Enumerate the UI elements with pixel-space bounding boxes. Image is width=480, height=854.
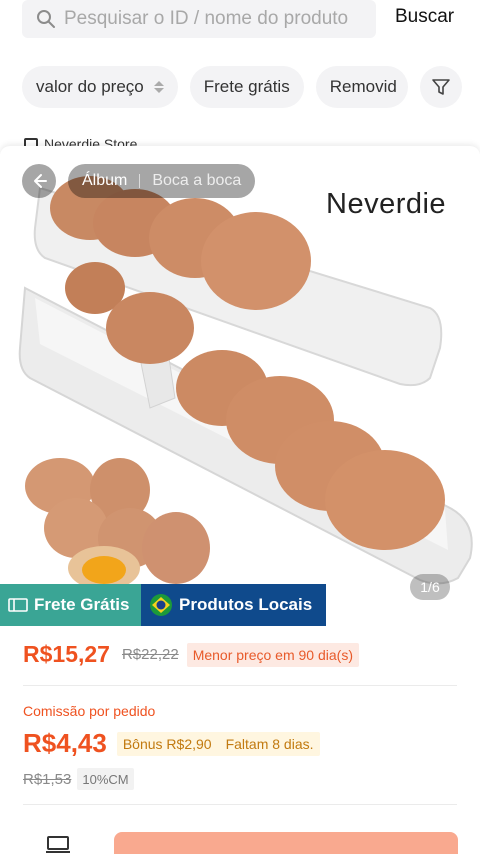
shipping-badges: Frete Grátis Produtos Locais: [0, 584, 326, 626]
search-input[interactable]: [64, 8, 364, 30]
tab-album[interactable]: Álbum: [82, 172, 127, 190]
price-sort-chip[interactable]: valor do preço: [22, 66, 178, 108]
brazil-flag-icon: [150, 594, 172, 616]
search-icon: [37, 10, 55, 28]
filter-icon: [432, 79, 450, 95]
days-left-text: Faltam 8 dias.: [225, 735, 314, 752]
removed-chip[interactable]: Removid: [315, 66, 408, 108]
commission-sub-row: R$1,53 10%CM: [23, 768, 134, 790]
divider: [23, 685, 457, 686]
search-box[interactable]: [22, 0, 376, 38]
store-icon[interactable]: [46, 836, 70, 854]
tab-divider: [139, 174, 141, 188]
truck-icon: [8, 598, 28, 612]
removed-label: Removid: [329, 77, 397, 96]
free-shipping-badge: Frete Grátis: [0, 584, 141, 626]
commission-row: R$4,43 Bônus R$2,90 Faltam 8 dias.: [23, 728, 320, 759]
product-detail-card: Álbum Boca a boca Neverdie 1/6 Frete Grá…: [0, 146, 480, 854]
free-shipping-badge-label: Frete Grátis: [34, 595, 130, 614]
filter-button[interactable]: [420, 66, 462, 108]
back-arrow-icon: [34, 174, 47, 188]
bonus-text: Bônus R$2,90: [122, 735, 212, 752]
tab-word-of-mouth[interactable]: Boca a boca: [152, 172, 241, 190]
commission-old-value: R$1,53: [23, 770, 72, 788]
price-sort-label: valor do preço: [36, 77, 144, 96]
filter-chips: valor do preço Frete grátis Removid: [22, 66, 408, 108]
local-products-badge: Produtos Locais: [141, 584, 326, 626]
brand-logo: Neverdie: [326, 188, 447, 220]
album-tabs: Álbum Boca a boca: [68, 164, 256, 198]
commission-label: Comissão por pedido: [23, 703, 156, 719]
product-image[interactable]: Álbum Boca a boca Neverdie 1/6: [0, 148, 480, 626]
bonus-badge: Bônus R$2,90 Faltam 8 dias.: [116, 731, 320, 756]
local-products-badge-label: Produtos Locais: [179, 595, 313, 614]
price-row: R$15,27 R$22,22 Menor preço em 90 dia(s): [23, 641, 359, 668]
search-button[interactable]: Buscar: [395, 6, 454, 28]
free-shipping-label: Frete grátis: [203, 77, 290, 96]
original-price: R$22,22: [121, 646, 179, 663]
back-button[interactable]: [22, 164, 56, 198]
search-bar: Buscar: [0, 0, 480, 44]
commission-rate-badge: 10%CM: [77, 768, 134, 790]
current-price: R$15,27: [23, 641, 110, 667]
lowest-price-badge: Menor preço em 90 dia(s): [186, 642, 359, 667]
image-counter: 1/6: [410, 574, 450, 600]
sort-icon: [153, 81, 164, 93]
commission-value: R$4,43: [23, 728, 107, 758]
divider: [23, 804, 457, 805]
free-shipping-chip[interactable]: Frete grátis: [189, 66, 304, 108]
primary-action-button[interactable]: [114, 832, 458, 854]
